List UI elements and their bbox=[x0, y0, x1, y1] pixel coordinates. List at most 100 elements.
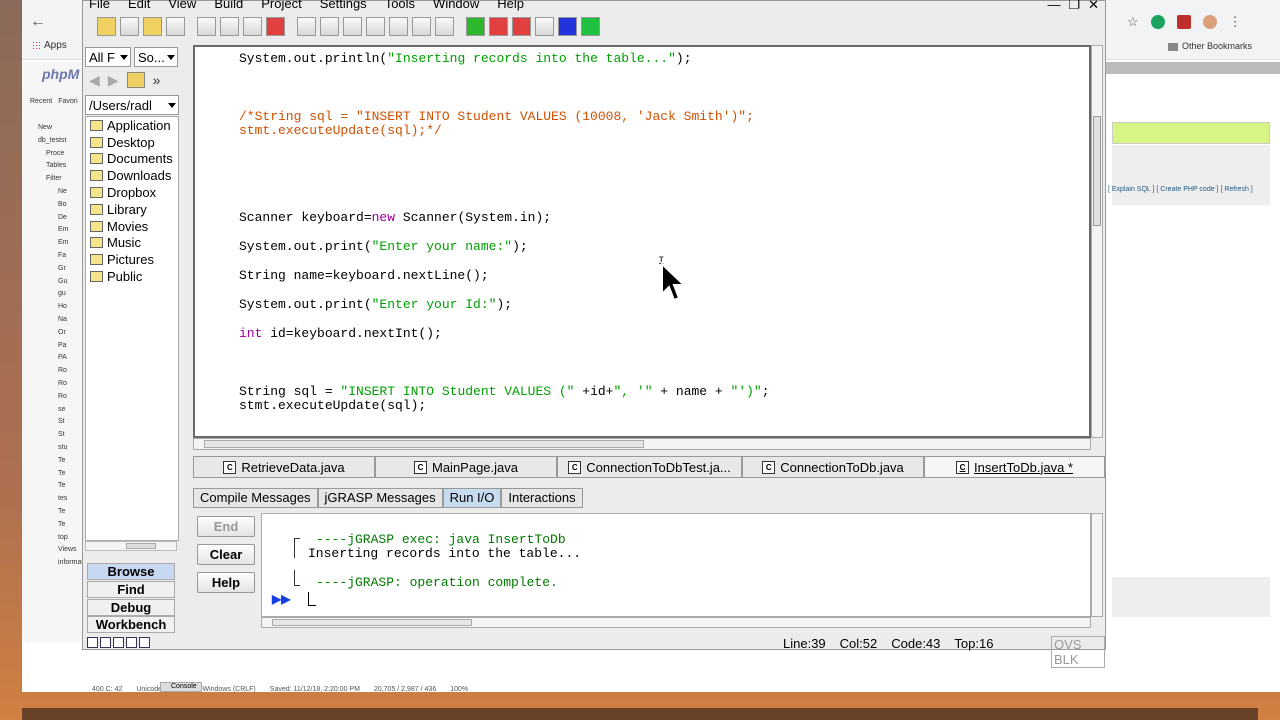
maximize-button[interactable]: ❐ bbox=[1068, 0, 1080, 13]
compile-icon[interactable] bbox=[466, 17, 485, 36]
menu-tools[interactable]: Tools bbox=[385, 0, 415, 11]
debug-bug-icon[interactable] bbox=[512, 17, 531, 36]
document-icon[interactable] bbox=[320, 17, 339, 36]
star-icon[interactable]: ☆ bbox=[1127, 14, 1139, 30]
profile-avatar-icon[interactable] bbox=[1202, 15, 1217, 29]
pma-tree-item[interactable]: Gr bbox=[30, 263, 89, 276]
file-item-desktop[interactable]: Desktop bbox=[86, 134, 178, 151]
file-item-downloads[interactable]: Downloads bbox=[86, 167, 178, 184]
file-list-scrollbar[interactable] bbox=[85, 541, 177, 551]
pma-tree-item[interactable]: Ro bbox=[30, 378, 89, 391]
other-bookmarks[interactable]: Other Bookmarks bbox=[1168, 41, 1252, 51]
new-file-icon[interactable] bbox=[297, 17, 316, 36]
file-item-pictures[interactable]: Pictures bbox=[86, 251, 178, 268]
copy-icon[interactable] bbox=[220, 17, 239, 36]
pma-tree-item[interactable]: Em bbox=[30, 237, 89, 250]
pma-tree-item[interactable]: Te bbox=[30, 455, 89, 468]
extension-red-icon[interactable] bbox=[1176, 15, 1191, 29]
scrollbar-thumb[interactable] bbox=[126, 543, 156, 549]
pma-tree-item[interactable]: Pa bbox=[30, 340, 89, 353]
file-item-public[interactable]: Public bbox=[86, 268, 178, 285]
pin-icon[interactable] bbox=[366, 17, 385, 36]
pma-query-links[interactable]: [ Explain SQL ] [ Create PHP code ] [ Re… bbox=[1108, 186, 1253, 193]
pma-tree-item[interactable]: Proce bbox=[30, 148, 89, 161]
menu-view[interactable]: View bbox=[168, 0, 196, 11]
pma-tree-item[interactable]: St bbox=[30, 429, 89, 442]
file-tab-3[interactable]: C ConnectionToDb.java bbox=[742, 456, 924, 478]
menu-help[interactable]: Help bbox=[497, 0, 524, 11]
tab-workbench[interactable]: Workbench bbox=[87, 616, 175, 633]
pma-tree-item[interactable]: Ro bbox=[30, 391, 89, 404]
tab-compile-messages[interactable]: Compile Messages bbox=[193, 488, 318, 508]
menu-dots-icon[interactable]: ⋮ bbox=[1229, 14, 1242, 30]
nav-back-icon[interactable]: ◀ bbox=[89, 72, 100, 89]
cut-icon[interactable] bbox=[197, 17, 216, 36]
stop-icon[interactable] bbox=[558, 17, 577, 36]
pma-tree-item[interactable]: Te bbox=[30, 519, 89, 532]
tab-find[interactable]: Find bbox=[87, 581, 175, 598]
pma-tree-item[interactable]: stu bbox=[30, 442, 89, 455]
document-alt-icon[interactable] bbox=[343, 17, 362, 36]
pma-tree-item[interactable]: Views bbox=[30, 544, 89, 557]
console-horizontal-scrollbar[interactable] bbox=[261, 617, 1091, 628]
pma-tree-item[interactable]: gu bbox=[30, 288, 89, 301]
file-item-documents[interactable]: Documents bbox=[86, 151, 178, 168]
menu-settings[interactable]: Settings bbox=[320, 0, 367, 11]
menu-window[interactable]: Window bbox=[433, 0, 479, 11]
clear-button[interactable]: Clear bbox=[197, 544, 255, 565]
file-tab-0[interactable]: C RetrieveData.java bbox=[193, 456, 375, 478]
folder-up-icon[interactable] bbox=[126, 72, 145, 88]
console-vertical-scrollbar[interactable] bbox=[1091, 513, 1103, 617]
view-icon-1[interactable] bbox=[87, 637, 98, 648]
back-arrow-icon[interactable]: ← bbox=[30, 13, 46, 31]
code-editor[interactable]: System.out.println("Inserting records in… bbox=[193, 45, 1091, 438]
scrollbar-thumb[interactable] bbox=[1093, 116, 1101, 226]
pma-tree-item[interactable]: informatio bbox=[30, 557, 89, 570]
file-item-dropbox[interactable]: Dropbox bbox=[86, 184, 178, 201]
file-item-library[interactable]: Library bbox=[86, 201, 178, 218]
file-item-application[interactable]: Application bbox=[86, 117, 178, 134]
pma-tree-item[interactable]: Filter bbox=[30, 173, 89, 186]
save-icon[interactable] bbox=[120, 17, 139, 36]
apps-bookmark[interactable]: Apps bbox=[32, 40, 67, 51]
pma-tree-item[interactable]: St bbox=[30, 416, 89, 429]
pma-tree-item[interactable]: Te bbox=[30, 480, 89, 493]
menu-project[interactable]: Project bbox=[261, 0, 301, 11]
file-tab-2[interactable]: C ConnectionToDbTest.ja... bbox=[557, 456, 742, 478]
open-file-icon[interactable] bbox=[97, 17, 116, 36]
csd-icon[interactable] bbox=[389, 17, 408, 36]
file-tab-1[interactable]: C MainPage.java bbox=[375, 456, 557, 478]
tab-run-i-o[interactable]: Run I/O bbox=[442, 488, 502, 508]
pma-tree-item[interactable]: Fa bbox=[30, 250, 89, 263]
view-icon-3[interactable] bbox=[113, 637, 124, 648]
undo-icon[interactable] bbox=[266, 17, 285, 36]
sort-dropdown[interactable]: So... bbox=[134, 47, 178, 67]
scrollbar-thumb[interactable] bbox=[204, 440, 644, 448]
nav-forward-icon[interactable]: ▶ bbox=[108, 72, 119, 89]
tab-browse[interactable]: Browse bbox=[87, 563, 175, 580]
pma-tree-item[interactable]: Ro bbox=[30, 365, 89, 378]
pma-tree-item[interactable]: Gu bbox=[30, 276, 89, 289]
run-applet-icon[interactable] bbox=[535, 17, 554, 36]
paste-icon[interactable] bbox=[243, 17, 262, 36]
minimize-button[interactable]: — bbox=[1047, 0, 1060, 13]
run-io-console[interactable]: ----jGRASP exec: java InsertToDb Inserti… bbox=[261, 513, 1091, 617]
help-button[interactable]: Help bbox=[197, 572, 255, 593]
tab-debug[interactable]: Debug bbox=[87, 599, 175, 616]
editor-horizontal-scrollbar[interactable] bbox=[193, 438, 1091, 450]
view-icon-4[interactable] bbox=[126, 637, 137, 648]
file-tab-4[interactable]: C InsertToDb.java * bbox=[924, 456, 1105, 478]
pma-tree-item[interactable]: PA bbox=[30, 352, 89, 365]
pma-tree-item[interactable]: Ne bbox=[30, 186, 89, 199]
pma-tree-item[interactable]: Na bbox=[30, 314, 89, 327]
pma-tree-item[interactable]: De bbox=[30, 212, 89, 225]
console-tab[interactable]: Console bbox=[160, 682, 202, 692]
pma-tree-item[interactable]: se bbox=[30, 404, 89, 417]
view-icon-5[interactable] bbox=[139, 637, 150, 648]
menu-file[interactable]: File bbox=[89, 0, 110, 11]
pma-tree-item[interactable]: Te bbox=[30, 506, 89, 519]
run-icon[interactable] bbox=[489, 17, 508, 36]
path-dropdown[interactable]: /Users/radl bbox=[85, 95, 179, 115]
file-item-music[interactable]: Music bbox=[86, 235, 178, 252]
pma-tree-item[interactable]: Bo bbox=[30, 199, 89, 212]
